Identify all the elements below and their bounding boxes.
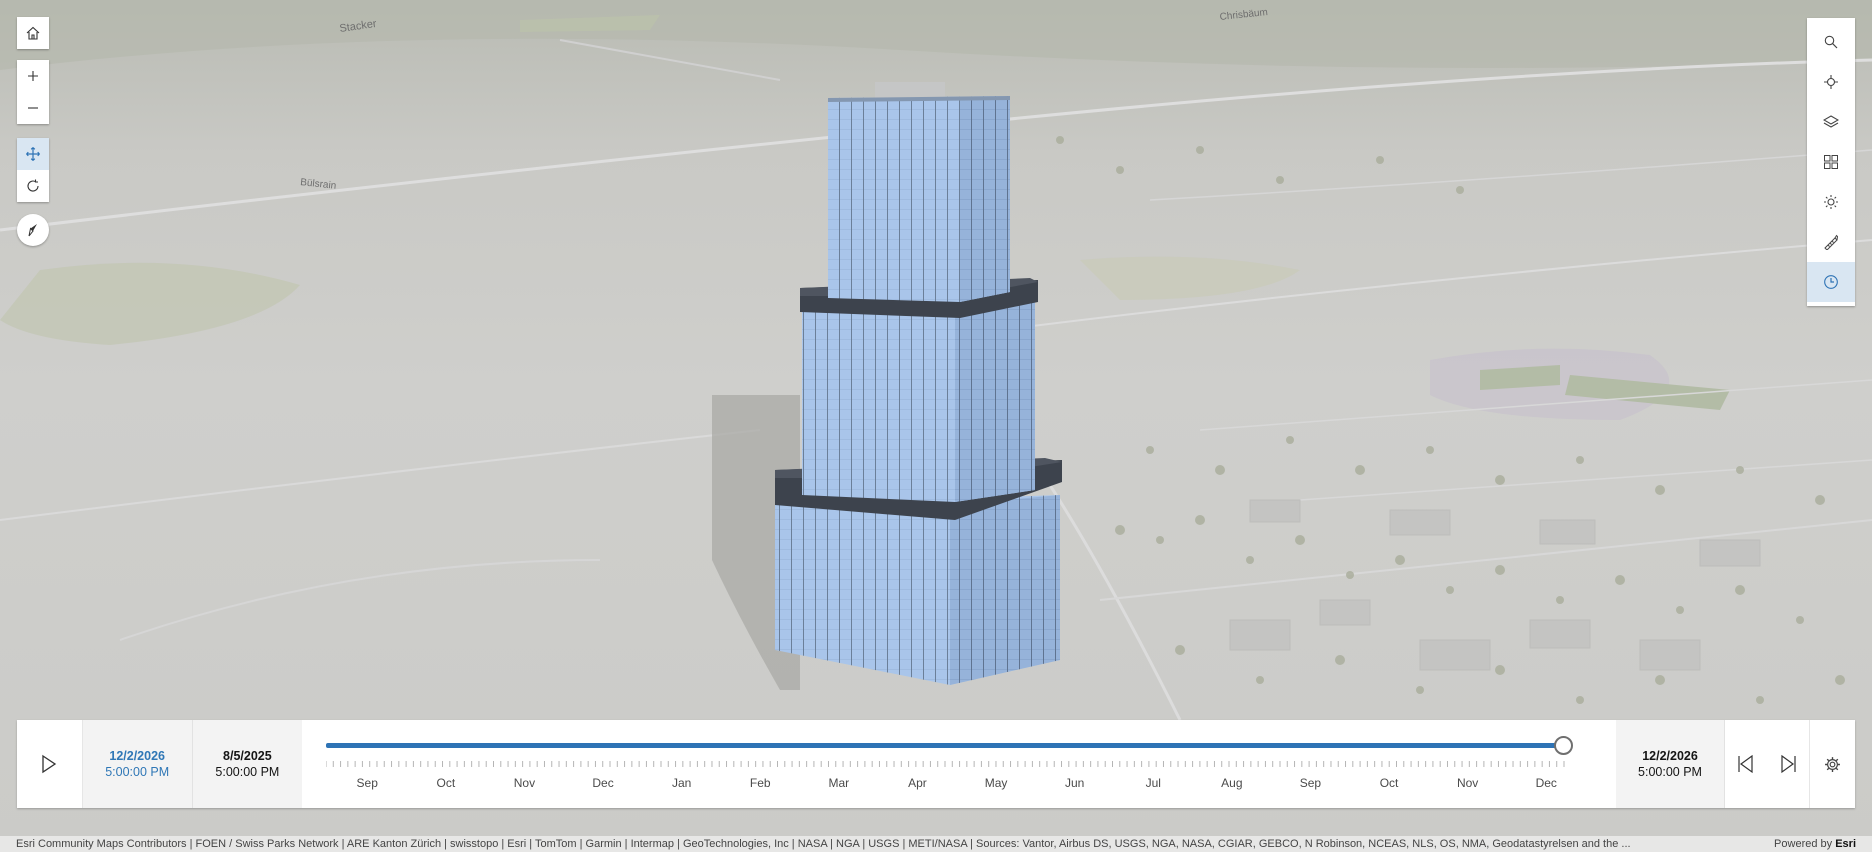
month-label: Jan	[671, 776, 692, 790]
home-button[interactable]	[17, 17, 49, 49]
current-time: 5:00:00 PM	[105, 765, 170, 779]
powered-by-prefix: Powered by	[1774, 838, 1833, 850]
search-icon	[1824, 35, 1838, 49]
basemap-gallery-button[interactable]	[1807, 142, 1855, 182]
pan-icon	[26, 147, 40, 161]
locate-icon	[1824, 75, 1838, 89]
daylight-button[interactable]	[1807, 182, 1855, 222]
month-label: Jun	[1064, 776, 1085, 790]
step-forward-icon	[1781, 754, 1796, 774]
zoom-in-button[interactable]	[17, 60, 49, 92]
settings-button[interactable]	[1809, 720, 1855, 808]
measure-icon	[1824, 234, 1839, 250]
time-slider-button[interactable]	[1807, 262, 1855, 302]
compass-button[interactable]	[17, 214, 49, 246]
rotate-button[interactable]	[17, 170, 49, 202]
plus-icon	[28, 71, 38, 81]
slider-progress-bar	[326, 743, 1565, 748]
end-time-display: 12/2/2026 5:00:00 PM	[1615, 720, 1726, 808]
slider-thumb[interactable]	[1554, 736, 1574, 755]
month-label: Sep	[356, 776, 378, 790]
month-label: Dec	[592, 776, 614, 790]
rotate-icon	[27, 179, 39, 192]
search-button[interactable]	[1807, 22, 1855, 62]
zoom-control	[17, 60, 49, 124]
attribution-bar[interactable]: Esri Community Maps Contributors | FOEN …	[0, 836, 1872, 852]
step-back-icon	[1738, 754, 1753, 774]
time-slider: 12/2/2026 5:00:00 PM 8/5/2025 5:00:00 PM…	[17, 720, 1855, 808]
month-label: Oct	[1379, 776, 1399, 790]
end-time: 5:00:00 PM	[1638, 765, 1702, 779]
map-label-street-2: Bülsrain	[300, 177, 337, 192]
month-label: Jul	[1145, 776, 1161, 790]
month-label: Feb	[749, 776, 771, 790]
layers-icon	[1823, 115, 1839, 128]
zoom-out-button[interactable]	[17, 92, 49, 124]
month-label: Nov	[513, 776, 536, 790]
powered-by[interactable]: Powered by Esri	[1774, 838, 1856, 850]
measure-button[interactable]	[1807, 222, 1855, 262]
start-time-display: 8/5/2025 5:00:00 PM	[192, 720, 303, 808]
month-label: Sep	[1299, 776, 1322, 790]
slider-track-area[interactable]: Sep Oct Nov Dec Jan Feb Mar Apr May Jun Jul Aug Sep O…	[302, 720, 1615, 808]
powered-by-brand: Esri	[1835, 838, 1856, 850]
play-button[interactable]	[17, 720, 83, 808]
compass-icon	[28, 224, 37, 237]
pan-button[interactable]	[17, 138, 49, 170]
slider-ticks	[326, 761, 1566, 767]
month-label: May	[984, 776, 1008, 790]
month-label: Dec	[1535, 776, 1557, 790]
month-label: Oct	[436, 776, 456, 790]
month-label: Apr	[908, 776, 927, 790]
minus-icon	[28, 107, 38, 109]
start-time: 5:00:00 PM	[215, 765, 280, 779]
right-toolbar	[1807, 18, 1855, 306]
home-control	[17, 17, 49, 49]
end-date: 12/2/2026	[1642, 749, 1698, 763]
basemap-gallery-icon	[1824, 155, 1838, 169]
time-icon	[1824, 275, 1838, 289]
locate-button[interactable]	[1807, 62, 1855, 102]
current-date: 12/2/2026	[109, 749, 165, 763]
next-button[interactable]	[1767, 720, 1809, 808]
current-time-display: 12/2/2026 5:00:00 PM	[82, 720, 193, 808]
previous-button[interactable]	[1725, 720, 1767, 808]
home-icon	[26, 26, 40, 40]
start-date: 8/5/2025	[223, 749, 272, 763]
navigation-toggle	[17, 138, 49, 202]
daylight-icon	[1824, 195, 1838, 209]
month-label: Mar	[828, 776, 850, 790]
month-label: Aug	[1221, 776, 1243, 790]
layers-button[interactable]	[1807, 102, 1855, 142]
month-label: Nov	[1456, 776, 1479, 790]
attribution-text[interactable]: Esri Community Maps Contributors | FOEN …	[16, 838, 1762, 850]
play-icon	[42, 754, 57, 774]
gear-icon	[1825, 756, 1841, 772]
